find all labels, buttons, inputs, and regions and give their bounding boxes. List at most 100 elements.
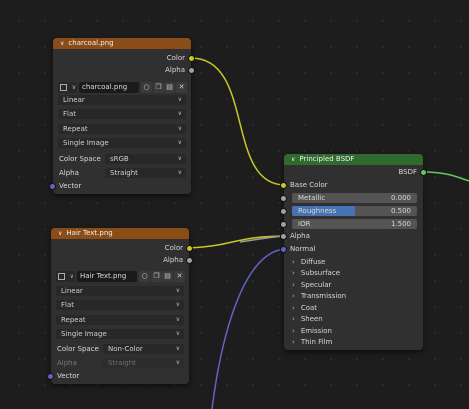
fake-user-shield-icon[interactable]: ○ [139, 271, 150, 282]
output-alpha-label: Alpha [165, 66, 185, 74]
output-alpha-label: Alpha [163, 256, 183, 264]
source-value: Single Image [61, 330, 107, 338]
node-title: Principled BSDF [299, 155, 355, 163]
image-selector: ∨ charcoal.png ○ ❐ ▤ ✕ [58, 82, 187, 93]
chevron-down-icon: ∨ [177, 169, 182, 176]
base-color-label: Base Color [290, 181, 328, 189]
open-folder-icon[interactable]: ▤ [164, 82, 175, 93]
panel-label: Subsurface [300, 269, 341, 277]
chevron-down-icon: ∨ [177, 110, 182, 117]
color-space-dropdown[interactable]: Non-Color ∨ [103, 344, 184, 354]
output-bsdf-label: BSDF [398, 168, 417, 176]
image-texture-node-hair[interactable]: ∨ Hair Text.png Color Alpha ∨ Hair Text.p… [47, 228, 193, 384]
source-dropdown[interactable]: Single Image ∨ [56, 329, 184, 339]
extension-value: Repeat [61, 316, 86, 324]
panel-label: Thin Film [300, 338, 333, 346]
chevron-down-icon: ∨ [177, 139, 182, 146]
panel-thin-film[interactable]: › Thin Film [292, 336, 423, 348]
image-texture-node-charcoal[interactable]: ∨ charcoal.png Color Alpha ∨ charcoal.png… [49, 38, 195, 194]
chevron-down-icon: ∨ [175, 330, 180, 337]
panel-label: Specular [300, 281, 332, 289]
node-header[interactable]: ∨ charcoal.png [53, 38, 191, 49]
image-icon [58, 273, 65, 280]
link-normal-input[interactable] [211, 248, 286, 409]
image-name-field[interactable]: Hair Text.png [77, 271, 137, 282]
image-name-field[interactable]: charcoal.png [79, 82, 139, 93]
duplicate-image-icon[interactable]: ❐ [153, 82, 164, 93]
output-color-socket[interactable] [188, 55, 195, 62]
extension-dropdown[interactable]: Repeat ∨ [58, 124, 186, 134]
input-metallic-socket[interactable] [280, 195, 287, 202]
image-icon [60, 84, 67, 91]
color-space-dropdown[interactable]: sRGB ∨ [105, 154, 186, 164]
color-space-label: Color Space [57, 345, 99, 353]
output-alpha-socket[interactable] [186, 257, 193, 264]
source-dropdown[interactable]: Single Image ∨ [58, 138, 186, 148]
interpolation-value: Linear [63, 96, 85, 104]
metallic-slider[interactable]: Metallic 0.000 [292, 193, 417, 203]
node-header[interactable]: ∨ Hair Text.png [51, 228, 189, 239]
input-normal-socket[interactable] [280, 246, 287, 253]
chevron-down-icon: ∨ [175, 359, 180, 366]
image-browse-button[interactable]: ∨ [56, 271, 75, 282]
output-color-label: Color [164, 244, 183, 252]
output-color-socket[interactable] [186, 245, 193, 252]
collapse-chevron-icon[interactable]: ∨ [58, 228, 62, 239]
projection-value: Flat [63, 110, 77, 118]
open-folder-icon[interactable]: ▤ [162, 271, 173, 282]
alpha-mode-dropdown: Straight ∨ [103, 358, 184, 368]
roughness-slider[interactable]: Roughness 0.500 [292, 206, 417, 216]
collapse-chevron-icon[interactable]: ∨ [291, 154, 295, 165]
chevron-down-icon: ∨ [69, 273, 74, 280]
unlink-close-icon[interactable]: ✕ [176, 82, 187, 93]
input-base-color-socket[interactable] [280, 182, 287, 189]
ior-slider[interactable]: IOR 1.500 [292, 219, 417, 229]
projection-dropdown[interactable]: Flat ∨ [56, 300, 184, 310]
alpha-label: Alpha [290, 232, 310, 240]
alpha-mode-label: Alpha [57, 359, 77, 367]
node-title: charcoal.png [68, 39, 114, 47]
input-ior-socket[interactable] [280, 221, 287, 228]
node-header[interactable]: ∨ Principled BSDF [284, 154, 423, 165]
input-vector-label: Vector [59, 182, 82, 190]
output-alpha-socket[interactable] [188, 67, 195, 74]
panel-label: Emission [300, 327, 332, 335]
input-vector-socket[interactable] [49, 183, 56, 190]
alpha-mode-dropdown[interactable]: Straight ∨ [105, 168, 186, 178]
color-space-value: Non-Color [108, 345, 143, 353]
roughness-label: Roughness [298, 207, 337, 215]
panel-label: Sheen [300, 315, 323, 323]
image-browse-button[interactable]: ∨ [58, 82, 77, 93]
input-roughness-socket[interactable] [280, 208, 287, 215]
fake-user-shield-icon[interactable]: ○ [141, 82, 152, 93]
principled-bsdf-node[interactable]: ∨ Principled BSDF BSDF Base Color Metalli… [280, 154, 427, 350]
metallic-label: Metallic [298, 194, 326, 202]
link-bsdf-output[interactable] [422, 171, 469, 182]
unlink-close-icon[interactable]: ✕ [174, 271, 185, 282]
ior-label: IOR [298, 220, 311, 228]
collapse-chevron-icon[interactable]: ∨ [60, 38, 64, 49]
panel-sheen[interactable]: › Sheen [292, 313, 423, 325]
panel-transmission[interactable]: › Transmission [292, 290, 423, 302]
output-bsdf-socket[interactable] [420, 169, 427, 176]
chevron-right-icon: › [292, 338, 295, 346]
alpha-mode-label: Alpha [59, 169, 79, 177]
input-alpha-socket[interactable] [280, 233, 287, 240]
node-title: Hair Text.png [66, 229, 113, 237]
link-charcoal-color-to-base-color[interactable] [190, 57, 286, 186]
projection-dropdown[interactable]: Flat ∨ [58, 109, 186, 119]
panel-label: Coat [300, 304, 318, 312]
chevron-down-icon: ∨ [177, 155, 182, 162]
duplicate-image-icon[interactable]: ❐ [151, 271, 162, 282]
interpolation-dropdown[interactable]: Linear ∨ [56, 286, 184, 296]
projection-value: Flat [61, 301, 75, 309]
extension-dropdown[interactable]: Repeat ∨ [56, 315, 184, 325]
input-vector-label: Vector [57, 372, 80, 380]
normal-label: Normal [290, 245, 316, 253]
chevron-down-icon: ∨ [175, 301, 180, 308]
panel-subsurface[interactable]: › Subsurface [292, 267, 423, 279]
chevron-down-icon: ∨ [71, 84, 76, 91]
input-vector-socket[interactable] [47, 373, 54, 380]
interpolation-dropdown[interactable]: Linear ∨ [58, 95, 186, 105]
link-hair-color-to-alpha[interactable] [188, 235, 286, 249]
